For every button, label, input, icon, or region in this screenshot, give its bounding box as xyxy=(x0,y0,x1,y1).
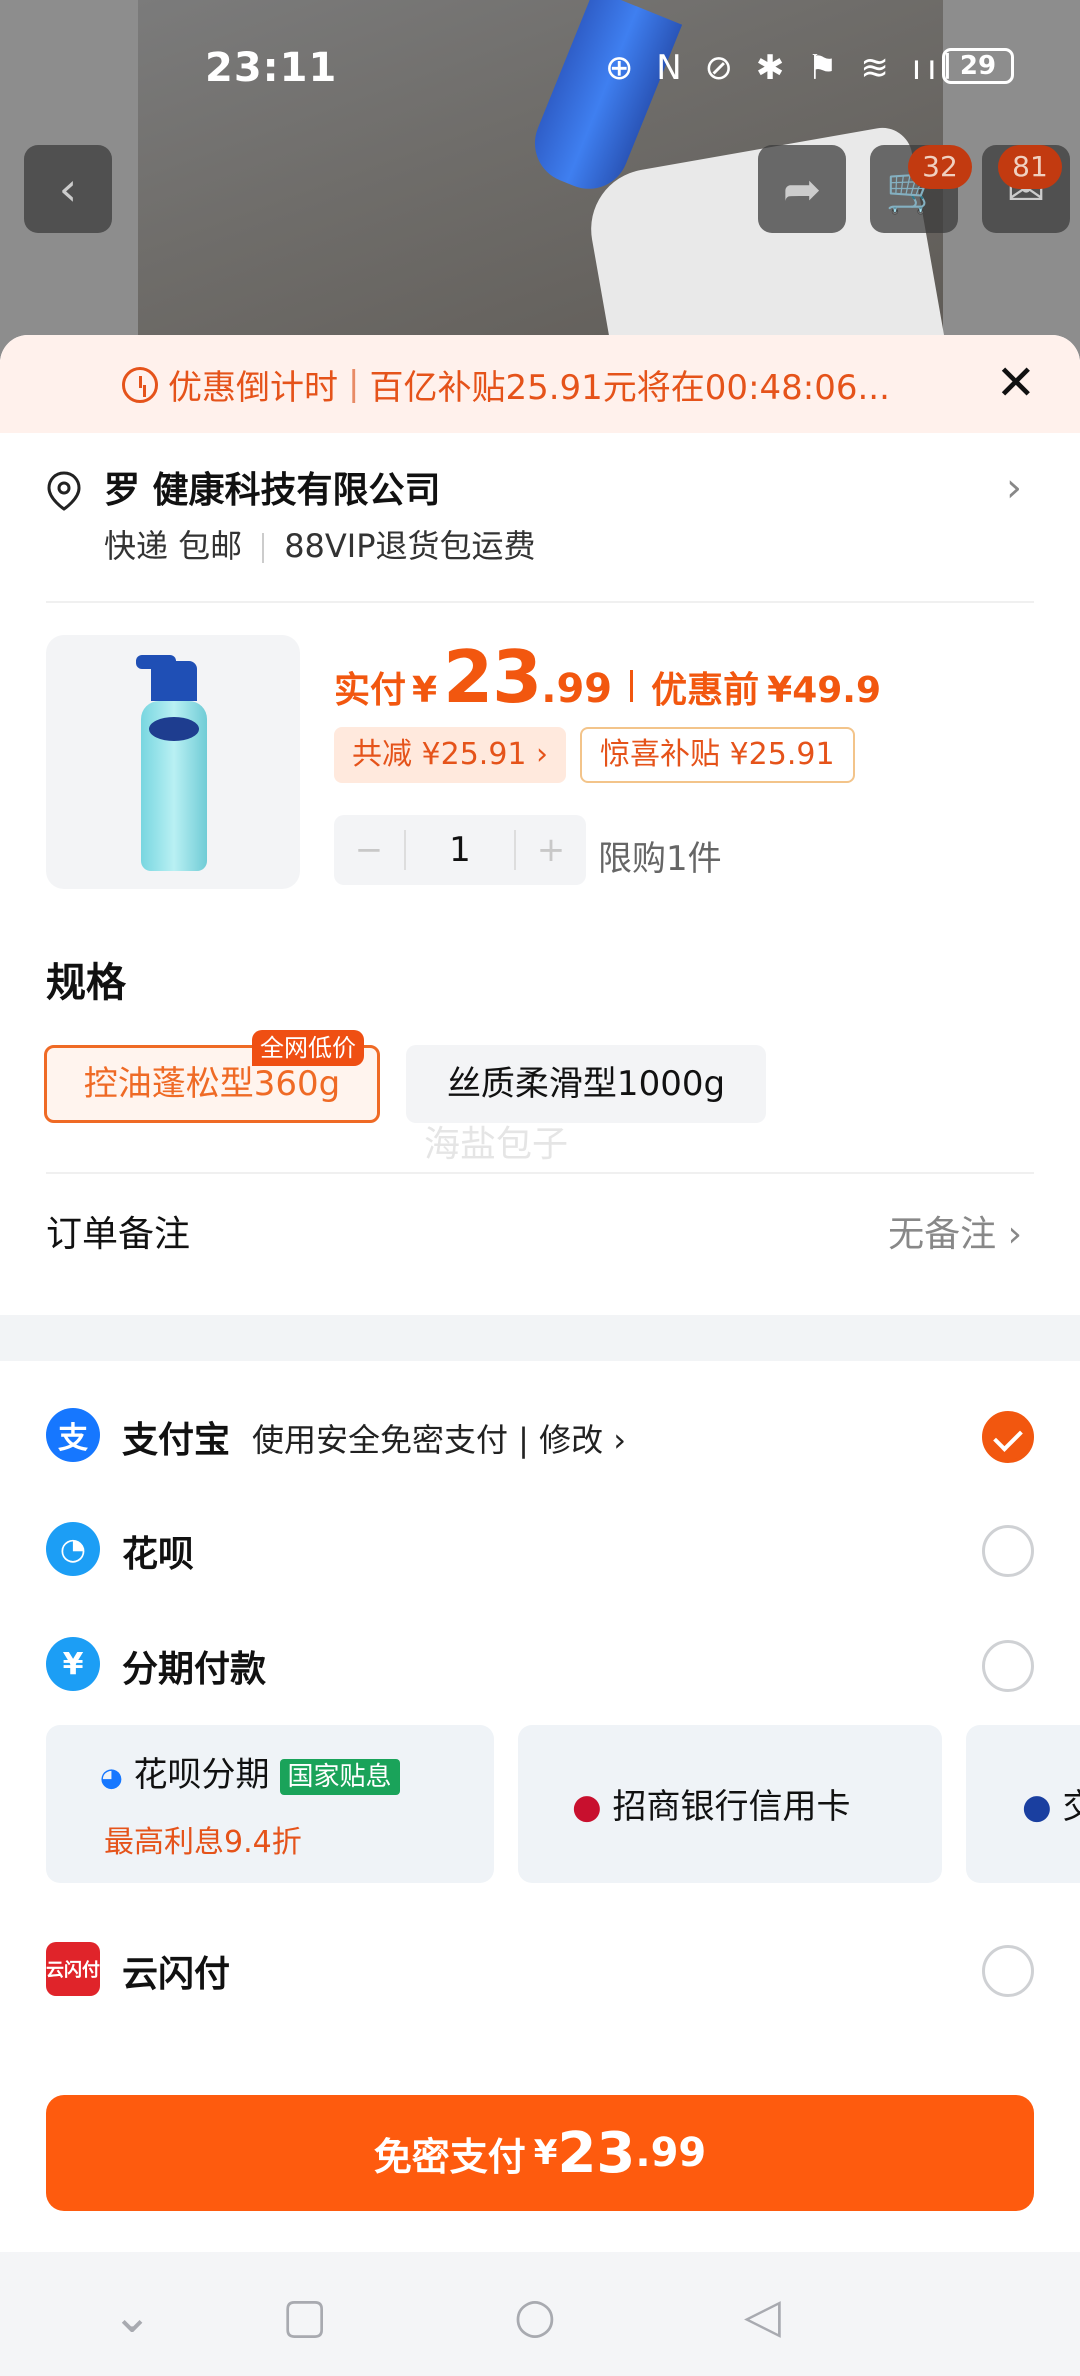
installment-label: 分期付款 xyxy=(122,1649,267,1690)
address-row[interactable]: 罗 健康科技有限公司 快递 包邮 88VIP退货包运费 › xyxy=(0,455,1080,583)
payment-option-huabei[interactable]: ◔ 花呗 xyxy=(0,1495,1080,1605)
unionpay-radio[interactable] xyxy=(982,1945,1034,1997)
price-label: 实付 xyxy=(334,670,407,711)
cart-count-badge: 32 xyxy=(908,145,972,189)
alipay-label: 支付宝 xyxy=(122,1420,231,1461)
price-integer: 23 xyxy=(443,635,542,719)
shipping-method: 快递 包邮 xyxy=(104,527,243,565)
huabei-installment-sub: 最高利息9.4折 xyxy=(104,1825,302,1860)
installment-cards: ◕ 花呗分期 国家贴息 最高利息9.4折 ● 招商银行信用卡 ● 交 xyxy=(0,1725,1080,1885)
lowest-price-badge: 全网低价 xyxy=(252,1030,364,1066)
chevron-right-icon: › xyxy=(1007,1214,1022,1255)
pay-button-amount: 23 xyxy=(557,2120,636,2186)
purchase-limit: 限购1件 xyxy=(598,839,722,879)
alipay-radio[interactable] xyxy=(982,1411,1034,1463)
status-bar: 23:11 ⊕ N ⊘ ✱ ⚑ ≋ ııl 29 xyxy=(0,0,1080,140)
unionpay-label: 云闪付 xyxy=(122,1954,231,1995)
price-decimal: .99 xyxy=(541,666,613,712)
system-nav-bar: ⌄ ▢ ○ ◁ xyxy=(0,2252,1080,2376)
back-nav-icon[interactable]: ◁ xyxy=(744,2288,781,2344)
bank-icon: ● xyxy=(1022,1787,1052,1827)
quantity-stepper: − 1 + xyxy=(334,815,586,885)
payment-option-unionpay[interactable]: 云闪付 云闪付 xyxy=(0,1915,1080,2025)
countdown-text: 百亿补贴25.91元将在00:48:06... xyxy=(369,367,890,408)
card-more[interactable]: ● 交 xyxy=(966,1725,1080,1883)
order-remark-label: 订单备注 xyxy=(46,1214,191,1255)
installment-radio[interactable] xyxy=(982,1640,1034,1692)
spec-option-silky[interactable]: 丝质柔滑型1000g xyxy=(406,1045,766,1123)
alipay-icon: 支 xyxy=(46,1408,100,1462)
quantity-value[interactable]: 1 xyxy=(404,830,516,870)
decrease-button[interactable]: − xyxy=(334,830,404,870)
original-price: ¥49.9 xyxy=(767,670,882,711)
card-huabei-installment[interactable]: ◕ 花呗分期 国家贴息 最高利息9.4折 xyxy=(46,1725,494,1883)
pay-button[interactable]: 免密支付 ¥ 23 .99 xyxy=(46,2095,1034,2211)
location-icon xyxy=(47,471,81,511)
checkout-sheet: 优惠倒计时 | 百亿补贴25.91元将在00:48:06... ✕ 罗 健康科技… xyxy=(0,335,1080,2376)
cmb-credit-title: 招商银行信用卡 xyxy=(612,1787,851,1827)
recipient-name: 罗 健康科技有限公司 xyxy=(104,470,441,511)
cmb-bank-icon: ● xyxy=(572,1787,602,1827)
payment-option-alipay[interactable]: 支 支付宝 使用安全免密支付 | 修改 › xyxy=(0,1381,1080,1491)
payment-option-installment[interactable]: ¥ 分期付款 xyxy=(0,1610,1080,1720)
huabei-icon: ◔ xyxy=(46,1522,100,1576)
section-gap xyxy=(0,1315,1080,1361)
card-more-title: 交 xyxy=(1062,1787,1080,1827)
product-summary: 实付 ¥ 23 .99 优惠前 ¥49.9 共减 ¥25.91 › 惊喜补贴 ¥… xyxy=(0,635,1080,925)
home-icon[interactable]: ○ xyxy=(514,2288,556,2344)
subsidy-tag: 惊喜补贴 ¥25.91 xyxy=(580,727,855,783)
product-thumbnail[interactable] xyxy=(46,635,300,889)
pay-button-label: 免密支付 xyxy=(373,2134,526,2179)
increase-button[interactable]: + xyxy=(516,830,586,870)
message-count-badge: 81 xyxy=(998,145,1062,189)
pay-button-currency: ¥ xyxy=(533,2133,558,2173)
share-button[interactable]: ➦ xyxy=(758,145,846,233)
back-button[interactable]: ‹ xyxy=(24,145,112,233)
order-remark-value: 无备注 xyxy=(888,1214,997,1255)
order-remark-row[interactable]: 订单备注 无备注 › xyxy=(0,1175,1080,1295)
status-time: 23:11 xyxy=(205,45,338,91)
installment-icon: ¥ xyxy=(46,1637,100,1691)
spec-title: 规格 xyxy=(46,960,126,1006)
divider xyxy=(46,601,1034,603)
close-icon[interactable]: ✕ xyxy=(996,359,1036,407)
currency-symbol: ¥ xyxy=(412,670,438,711)
total-discount-tag[interactable]: 共减 ¥25.91 › xyxy=(334,727,567,783)
card-cmb-credit[interactable]: ● 招商银行信用卡 xyxy=(518,1725,942,1883)
huabei-installment-icon: ◕ xyxy=(100,1763,123,1793)
watermark: 海盐包子 xyxy=(424,1124,569,1165)
clock-icon xyxy=(122,367,158,403)
alipay-desc[interactable]: 使用安全免密支付 | 修改 › xyxy=(252,1415,626,1461)
countdown-banner: 优惠倒计时 | 百亿补贴25.91元将在00:48:06... ✕ xyxy=(0,335,1080,433)
return-policy: 88VIP退货包运费 xyxy=(284,527,536,565)
status-icons: ⊕ N ⊘ ✱ ⚑ ≋ ııl xyxy=(605,48,959,88)
unionpay-icon: 云闪付 xyxy=(46,1942,100,1996)
huabei-radio[interactable] xyxy=(982,1525,1034,1577)
gov-subsidy-badge: 国家贴息 xyxy=(279,1758,400,1795)
recents-icon[interactable]: ▢ xyxy=(282,2288,327,2344)
huabei-installment-title: 花呗分期 xyxy=(133,1755,270,1795)
countdown-label: 优惠倒计时 xyxy=(168,367,338,408)
price-row: 实付 ¥ 23 .99 优惠前 ¥49.9 xyxy=(334,635,882,719)
huabei-label: 花呗 xyxy=(122,1534,195,1575)
nav-down-icon[interactable]: ⌄ xyxy=(112,2288,152,2344)
battery-icon: 29 xyxy=(942,48,1014,84)
pay-button-decimal: .99 xyxy=(635,2130,707,2176)
chevron-right-icon: › xyxy=(1006,465,1022,511)
original-price-label: 优惠前 xyxy=(651,670,760,711)
